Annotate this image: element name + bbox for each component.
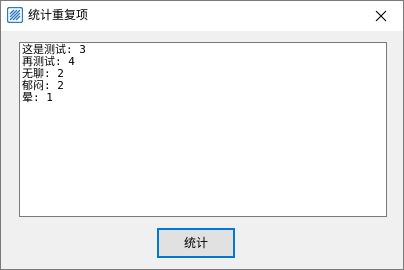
count-button[interactable]: 统计 — [157, 228, 235, 258]
title-bar[interactable]: 统计重复项 — [1, 1, 403, 31]
dialog-window: 统计重复项 这是测试: 3 再测试: 4 无聊: 2 郁闷: 2 晕: 1 统计 — [0, 0, 404, 270]
result-line: 晕: 1 — [22, 91, 53, 104]
close-button[interactable] — [359, 1, 403, 31]
result-line: 郁闷: 2 — [22, 79, 64, 92]
result-textarea[interactable]: 这是测试: 3 再测试: 4 无聊: 2 郁闷: 2 晕: 1 — [19, 42, 387, 217]
result-line: 再测试: 4 — [22, 55, 75, 68]
result-line: 这是测试: 3 — [22, 43, 86, 56]
window-title: 统计重复项 — [28, 8, 89, 22]
close-icon — [375, 10, 387, 22]
app-window-icon — [6, 6, 24, 24]
result-line: 无聊: 2 — [22, 67, 64, 80]
